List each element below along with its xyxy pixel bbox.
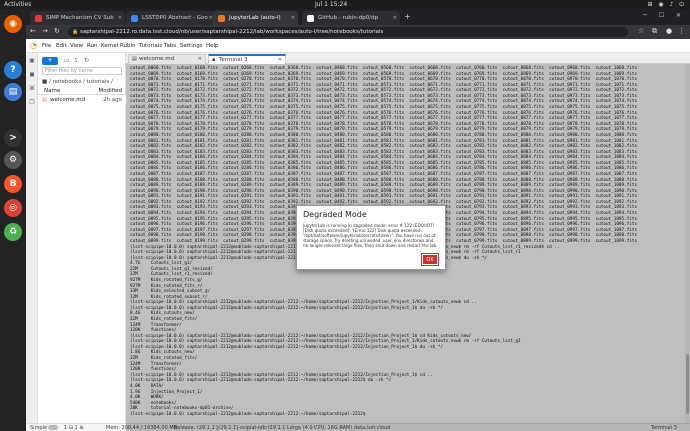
menu-tabs[interactable]: Tabs [164,43,176,49]
dialog-message: JupyterLab is running in degraded mode: … [303,223,438,248]
upload-icon[interactable]: ⇪ [74,57,79,64]
jupyter-menu-bar: ◔ File Edit View Run Kernel Rubin Tutorials Tab… [26,39,690,53]
markdown-file-icon: ▤ [132,56,137,62]
close-tab-icon[interactable]: ✕ [291,15,295,21]
files-icon[interactable]: ▤ [4,83,22,101]
browser-menu-icon[interactable]: ⋮ [678,27,685,35]
new-launcher-button[interactable]: + [42,57,58,65]
commands-icon[interactable]: ⌘ [28,85,36,93]
breadcrumb[interactable]: ■ / notebooks / tutorials / [42,79,113,85]
close-tab-icon[interactable]: ✕ [278,57,282,63]
file-browser-panel: + ▭ ⇪ ↻ Filter files by name ■ / noteboo… [38,53,126,423]
close-tab-icon[interactable]: ✕ [198,56,202,62]
menu-edit[interactable]: Edit [56,43,67,49]
browser-toolbar: ← → ↻ 🔒 saptarshipal-2212.ro.data.lsst.c… [26,25,690,39]
simple-mode-label: Simple [30,425,48,431]
browser-tab-active[interactable]: JupyterLab (auto-l) ✕ [213,11,298,25]
jupyter-left-sidebar: ▣ ◼ ⌘ ❐ [26,53,38,423]
browser-tab-label: GitHub - rubin-dp0/dp [318,15,379,21]
back-icon[interactable]: ← [30,27,36,35]
new-tab-button[interactable]: + [404,12,411,21]
tab-favicon-icon [35,15,42,22]
help-glyph: ? [10,65,16,75]
browser-tab[interactable]: GitHub - rubin-dp0/dp ✕ [302,11,400,25]
browser-tab[interactable]: LSSTDP0 Abstract - Goo ✕ [126,11,216,25]
activities-button[interactable]: Activities [4,1,31,8]
menu-help[interactable]: Help [206,43,219,49]
system-tray[interactable]: ⊞ ◉ ♪ ⏻ [647,1,686,9]
file-modified: 2h ago [103,97,122,103]
jupyter-logo-icon: ◔ [30,41,37,50]
chrome-icon[interactable]: ◎ [4,199,22,217]
new-folder-icon[interactable]: ▭ [64,57,70,64]
terminal-icon[interactable]: > [4,129,22,147]
menu-rubin[interactable]: Rubin [120,43,136,49]
tab-favicon-icon [218,15,225,22]
window-controls[interactable]: ─ ☐ ✕ [643,12,686,19]
tab-label: welcome.md [139,56,175,62]
running-icon[interactable]: ◼ [28,71,36,79]
browser-tab-label: LSSTDP0 Abstract - Goo [142,15,208,21]
browser-tab[interactable]: SIMP Mechanism CV Sub ✕ [30,11,125,25]
menu-run[interactable]: Run [87,43,98,49]
tab-label: Terminal 3 [219,57,248,63]
column-name-header[interactable]: Name [44,88,60,94]
tabs-icon[interactable]: ❐ [28,99,36,107]
tab-favicon-icon [307,15,314,22]
brave-icon[interactable]: B [4,175,22,193]
system-clock[interactable]: Jul 1 15:24 [315,1,347,8]
reload-icon[interactable]: ↻ [54,27,60,35]
files-glyph: ▤ [8,87,18,97]
simple-mode-toggle[interactable] [48,425,58,430]
forward-icon[interactable]: → [42,27,48,35]
close-tab-icon[interactable]: ✕ [118,15,122,21]
chrome-glyph: ◎ [9,203,17,213]
firefox-glyph: ◉ [9,19,17,29]
system-top-bar: Activities Jul 1 15:24 ⊞ ◉ ♪ ⏻ [0,0,690,9]
app-dock: ◉? ▤ > ⚙ B ◎ ♻ [0,9,26,431]
url-text: saptarshipal-2212.ro.data.lsst.cloud/nb/… [80,29,384,35]
column-modified-header[interactable]: Modified [99,88,122,94]
menu-kernel[interactable]: Kernel [101,43,118,49]
dialog-title: Degraded Mode [303,210,367,219]
folder-icon[interactable]: ▣ [28,57,36,65]
lock-icon: 🔒 [72,29,79,35]
brave-glyph: B [9,179,17,189]
terminal-glyph: > [9,133,17,143]
markdown-file-icon: ▤ [42,97,47,103]
browser-tab-strip: SIMP Mechanism CV Sub ✕ LSSTDP0 Abstract… [26,9,690,25]
tab-welcome-md[interactable]: ▤ welcome.md ✕ [128,54,206,64]
trash-glyph: ♻ [8,227,18,237]
browser-tab-label: JupyterLab (auto-l) [229,15,281,21]
menu-tutorials[interactable]: Tutorials [139,43,162,49]
star-icon[interactable]: ☆ [638,27,644,35]
extensions-icon[interactable]: ⧉ [652,27,657,36]
menu-file[interactable]: File [42,43,51,49]
trash-icon[interactable]: ♻ [4,223,22,241]
tab-terminal-3[interactable]: ▪ Terminal 3 ✕ [208,54,286,64]
menu-view[interactable]: View [70,43,83,49]
document-tab-bar: ▤ welcome.md ✕ ▪ Terminal 3 ✕ [126,53,690,64]
refresh-icon[interactable]: ↻ [84,57,89,64]
file-list-header: Name Modified [38,87,126,95]
browser-tab-label: SIMP Mechanism CV Sub [46,15,114,21]
settings-glyph: ⚙ [8,155,18,165]
profile-icon[interactable]: ● [666,27,672,35]
tab-favicon-icon [131,15,138,22]
menu-settings[interactable]: Settings [180,43,203,49]
kernel-count[interactable]: 1 ⊟ 1 ⊕ [64,425,84,431]
settings-icon[interactable]: ⚙ [4,151,22,169]
close-tab-icon[interactable]: ✕ [393,15,397,21]
file-list-item[interactable]: ▤ welcome.md 2h ago [38,96,126,104]
ok-button[interactable]: OK [421,253,439,266]
firefox-icon[interactable]: ◉ [4,15,22,33]
degraded-mode-dialog: Degraded Mode JupyterLab is running in d… [296,205,446,270]
terminal-icon: ▪ [212,57,216,63]
file-filter-input[interactable]: Filter files by name [42,67,122,75]
help-icon[interactable]: ? [4,61,22,79]
address-bar[interactable]: 🔒 saptarshipal-2212.ro.data.lsst.cloud/n… [68,27,628,37]
file-name: welcome.md [50,97,86,103]
